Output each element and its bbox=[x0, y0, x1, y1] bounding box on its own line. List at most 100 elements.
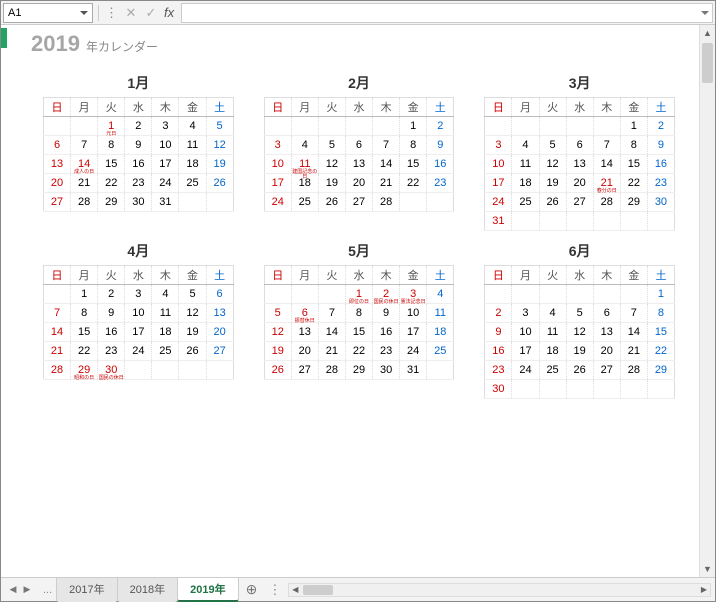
formula-expand-icon[interactable] bbox=[701, 11, 709, 15]
weekday-header: 金 bbox=[620, 266, 647, 285]
day-cell: 8 bbox=[98, 136, 125, 155]
day-cell: 9 bbox=[125, 136, 152, 155]
day-cell: 30国民の休日 bbox=[98, 361, 125, 380]
name-box-dropdown-icon[interactable] bbox=[80, 11, 88, 15]
day-cell: 29昭和の日 bbox=[71, 361, 98, 380]
day-cell bbox=[566, 212, 593, 231]
month-label: 1月 bbox=[43, 73, 234, 93]
day-cell bbox=[593, 285, 620, 304]
day-cell: 29 bbox=[620, 193, 647, 212]
day-cell: 7 bbox=[593, 136, 620, 155]
day-cell: 16 bbox=[98, 323, 125, 342]
tab-nav-prev-icon[interactable]: ◀ bbox=[7, 584, 19, 596]
formula-input[interactable] bbox=[181, 3, 713, 23]
day-cell: 25 bbox=[427, 342, 454, 361]
weekday-header: 金 bbox=[400, 266, 427, 285]
day-cell bbox=[179, 361, 206, 380]
day-cell bbox=[152, 361, 179, 380]
day-cell: 11 bbox=[539, 323, 566, 342]
day-cell bbox=[179, 193, 206, 212]
hscroll-right-icon[interactable]: ▶ bbox=[698, 585, 710, 594]
day-cell: 13 bbox=[345, 155, 372, 174]
day-cell: 22 bbox=[98, 174, 125, 193]
day-cell: 7 bbox=[318, 304, 345, 323]
sheet-tab-2018年[interactable]: 2018年 bbox=[117, 577, 178, 602]
day-cell: 12 bbox=[318, 155, 345, 174]
day-cell: 17 bbox=[400, 323, 427, 342]
weekday-header: 金 bbox=[620, 98, 647, 117]
day-cell: 4 bbox=[512, 136, 539, 155]
tab-overflow[interactable]: ... bbox=[39, 584, 56, 596]
day-cell: 23 bbox=[427, 174, 454, 193]
day-cell bbox=[512, 212, 539, 231]
new-sheet-button[interactable]: ⊕ bbox=[238, 581, 266, 598]
day-cell: 18 bbox=[512, 174, 539, 193]
weekday-header: 日 bbox=[485, 98, 512, 117]
day-cell: 26 bbox=[179, 342, 206, 361]
day-cell bbox=[264, 117, 291, 136]
day-cell bbox=[44, 285, 71, 304]
day-cell: 17 bbox=[152, 155, 179, 174]
day-cell: 13 bbox=[206, 304, 233, 323]
day-cell: 24 bbox=[512, 361, 539, 380]
day-cell: 3 bbox=[264, 136, 291, 155]
day-cell bbox=[125, 361, 152, 380]
hscroll-thumb[interactable] bbox=[303, 585, 333, 595]
more-icon: ⋮ bbox=[102, 5, 121, 21]
day-cell: 22 bbox=[400, 174, 427, 193]
day-cell: 26 bbox=[539, 193, 566, 212]
sheet-content[interactable]: 2019 年カレンダー 1月日月火水木金土1元日2345678910111213… bbox=[1, 25, 699, 577]
day-cell bbox=[539, 212, 566, 231]
day-cell: 1 bbox=[400, 117, 427, 136]
day-cell: 14 bbox=[620, 323, 647, 342]
tab-nav-next-icon[interactable]: ▶ bbox=[21, 584, 33, 596]
day-cell: 11 bbox=[179, 136, 206, 155]
day-cell: 13 bbox=[593, 323, 620, 342]
day-cell: 22 bbox=[71, 342, 98, 361]
scroll-thumb[interactable] bbox=[702, 43, 713, 83]
weekday-header: 月 bbox=[291, 98, 318, 117]
day-cell: 28 bbox=[71, 193, 98, 212]
day-cell: 23 bbox=[98, 342, 125, 361]
enter-icon: ✓ bbox=[141, 3, 161, 23]
weekday-header: 月 bbox=[71, 266, 98, 285]
weekday-header: 木 bbox=[593, 98, 620, 117]
day-cell: 10 bbox=[264, 155, 291, 174]
sheet-tab-2019年[interactable]: 2019年 bbox=[177, 577, 238, 602]
day-cell: 15 bbox=[620, 155, 647, 174]
horizontal-scrollbar[interactable]: ◀ ▶ bbox=[288, 583, 711, 597]
day-cell: 6 bbox=[206, 285, 233, 304]
day-cell: 27 bbox=[291, 361, 318, 380]
day-cell: 29 bbox=[647, 361, 674, 380]
day-cell: 15 bbox=[345, 323, 372, 342]
day-cell: 24 bbox=[400, 342, 427, 361]
day-cell: 20 bbox=[345, 174, 372, 193]
weekday-header: 火 bbox=[539, 266, 566, 285]
sheet-tab-2017年[interactable]: 2017年 bbox=[56, 577, 117, 602]
weekday-header: 日 bbox=[264, 98, 291, 117]
day-cell: 10 bbox=[400, 304, 427, 323]
weekday-header: 日 bbox=[44, 98, 71, 117]
scroll-down-icon[interactable]: ▼ bbox=[700, 561, 715, 577]
day-cell bbox=[539, 285, 566, 304]
hscroll-left-icon[interactable]: ◀ bbox=[289, 585, 301, 594]
day-cell: 10 bbox=[485, 155, 512, 174]
weekday-header: 日 bbox=[485, 266, 512, 285]
day-cell bbox=[566, 380, 593, 399]
name-box[interactable]: A1 bbox=[3, 3, 93, 23]
fx-icon[interactable]: fx bbox=[161, 5, 177, 20]
day-cell: 6 bbox=[44, 136, 71, 155]
scroll-up-icon[interactable]: ▲ bbox=[700, 25, 715, 41]
title-label: 年カレンダー bbox=[86, 38, 158, 55]
month-table: 日月火水木金土1即位の日2国民の休日3憲法記念日456振替休日789101112… bbox=[264, 265, 455, 380]
day-cell: 20 bbox=[44, 174, 71, 193]
month-table: 日月火水木金土123456789101112131415161718192021… bbox=[43, 265, 234, 380]
day-cell bbox=[206, 361, 233, 380]
weekday-header: 水 bbox=[345, 98, 372, 117]
vertical-scrollbar[interactable]: ▲ ▼ bbox=[699, 25, 715, 577]
day-cell: 24 bbox=[125, 342, 152, 361]
day-cell bbox=[427, 193, 454, 212]
day-cell: 27 bbox=[593, 361, 620, 380]
day-cell: 2 bbox=[647, 117, 674, 136]
weekday-header: 日 bbox=[264, 266, 291, 285]
